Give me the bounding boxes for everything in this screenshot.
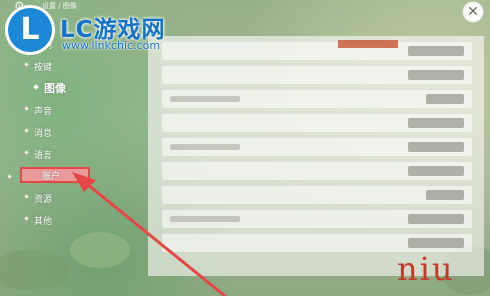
setting-row[interactable]	[162, 114, 472, 132]
close-button[interactable]: ✕	[462, 1, 484, 23]
sidebar: 控制 按键 图像 声音 消息 语言 账户 资源 其他	[0, 36, 150, 276]
setting-row[interactable]	[162, 66, 472, 84]
site-logo: L LC游戏网 www.linkchic.com	[8, 6, 198, 56]
panel-accent	[338, 40, 398, 48]
sidebar-item-graphics[interactable]: 图像	[33, 80, 66, 96]
sidebar-item-resources[interactable]: 资源	[24, 192, 53, 205]
sidebar-item-label: 按键	[34, 63, 53, 73]
logo-badge: L	[8, 8, 52, 52]
sidebar-item-label: 消息	[34, 129, 53, 139]
sidebar-item-label: 其他	[34, 217, 53, 227]
setting-row[interactable]	[162, 186, 472, 204]
close-icon: ✕	[467, 4, 479, 20]
sidebar-item-keys[interactable]: 按键	[24, 60, 53, 73]
setting-row[interactable]	[162, 90, 472, 108]
annotation-text: niu	[397, 250, 455, 288]
sidebar-item-messages[interactable]: 消息	[24, 126, 53, 139]
logo-url: www.linkchic.com	[62, 39, 161, 52]
sidebar-item-label: 语言	[34, 151, 53, 161]
sidebar-item-account[interactable]: 账户	[7, 167, 90, 183]
setting-row[interactable]	[162, 162, 472, 180]
setting-row[interactable]	[162, 42, 472, 60]
sidebar-item-label: 图像	[44, 82, 66, 95]
settings-panel	[148, 36, 484, 276]
sidebar-item-label: 声音	[34, 107, 53, 117]
sidebar-item-label: 账户	[42, 172, 61, 182]
sidebar-item-sound[interactable]: 声音	[24, 104, 53, 117]
sidebar-item-language[interactable]: 语言	[24, 148, 53, 161]
sidebar-item-other[interactable]: 其他	[24, 214, 53, 227]
sidebar-item-label: 资源	[34, 195, 53, 205]
setting-row[interactable]	[162, 138, 472, 156]
setting-row[interactable]	[162, 210, 472, 228]
